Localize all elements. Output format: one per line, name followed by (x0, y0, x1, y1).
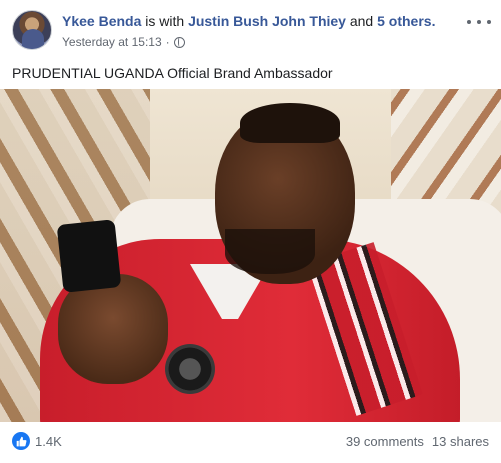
smartphone (56, 219, 122, 293)
wristwatch (165, 344, 215, 394)
meta-separator: · (165, 35, 170, 49)
shares-link[interactable]: 13 shares (432, 434, 489, 449)
more-options-button[interactable] (467, 12, 491, 32)
person-beard (225, 229, 315, 274)
like-icon (12, 432, 30, 450)
avatar-figure (22, 29, 44, 49)
timestamp-link[interactable]: Yesterday at 15:13 (62, 34, 162, 50)
thumbs-up-icon (16, 436, 26, 446)
person-hair (240, 103, 340, 143)
others-link[interactable]: 5 others. (377, 13, 435, 29)
avatar[interactable] (12, 10, 52, 50)
post-caption: PRUDENTIAL UGANDA Official Brand Ambassa… (12, 65, 333, 81)
dot-icon (467, 20, 471, 24)
dot-icon (487, 20, 491, 24)
dot-icon (477, 20, 481, 24)
and-text: and (345, 13, 378, 29)
tagged-user-link[interactable]: Justin Bush John Thiey (188, 13, 346, 29)
reactions-summary[interactable]: 1.4K (12, 432, 62, 450)
reaction-count: 1.4K (35, 433, 62, 449)
post-photo[interactable] (0, 89, 501, 422)
post-header: Ykee Benda is with Justin Bush John Thie… (12, 10, 491, 54)
with-text: is with (141, 13, 189, 29)
post-meta: Yesterday at 15:13 · (62, 34, 185, 50)
author-name-link[interactable]: Ykee Benda (62, 13, 141, 29)
facebook-post: Ykee Benda is with Justin Bush John Thie… (0, 0, 501, 463)
comments-link[interactable]: 39 comments (346, 434, 424, 449)
engagement-counts: 39 comments 13 shares (346, 434, 489, 449)
globe-icon[interactable] (173, 36, 185, 48)
post-headline: Ykee Benda is with Justin Bush John Thie… (62, 12, 435, 30)
post-footer: 1.4K 39 comments 13 shares (12, 427, 489, 455)
